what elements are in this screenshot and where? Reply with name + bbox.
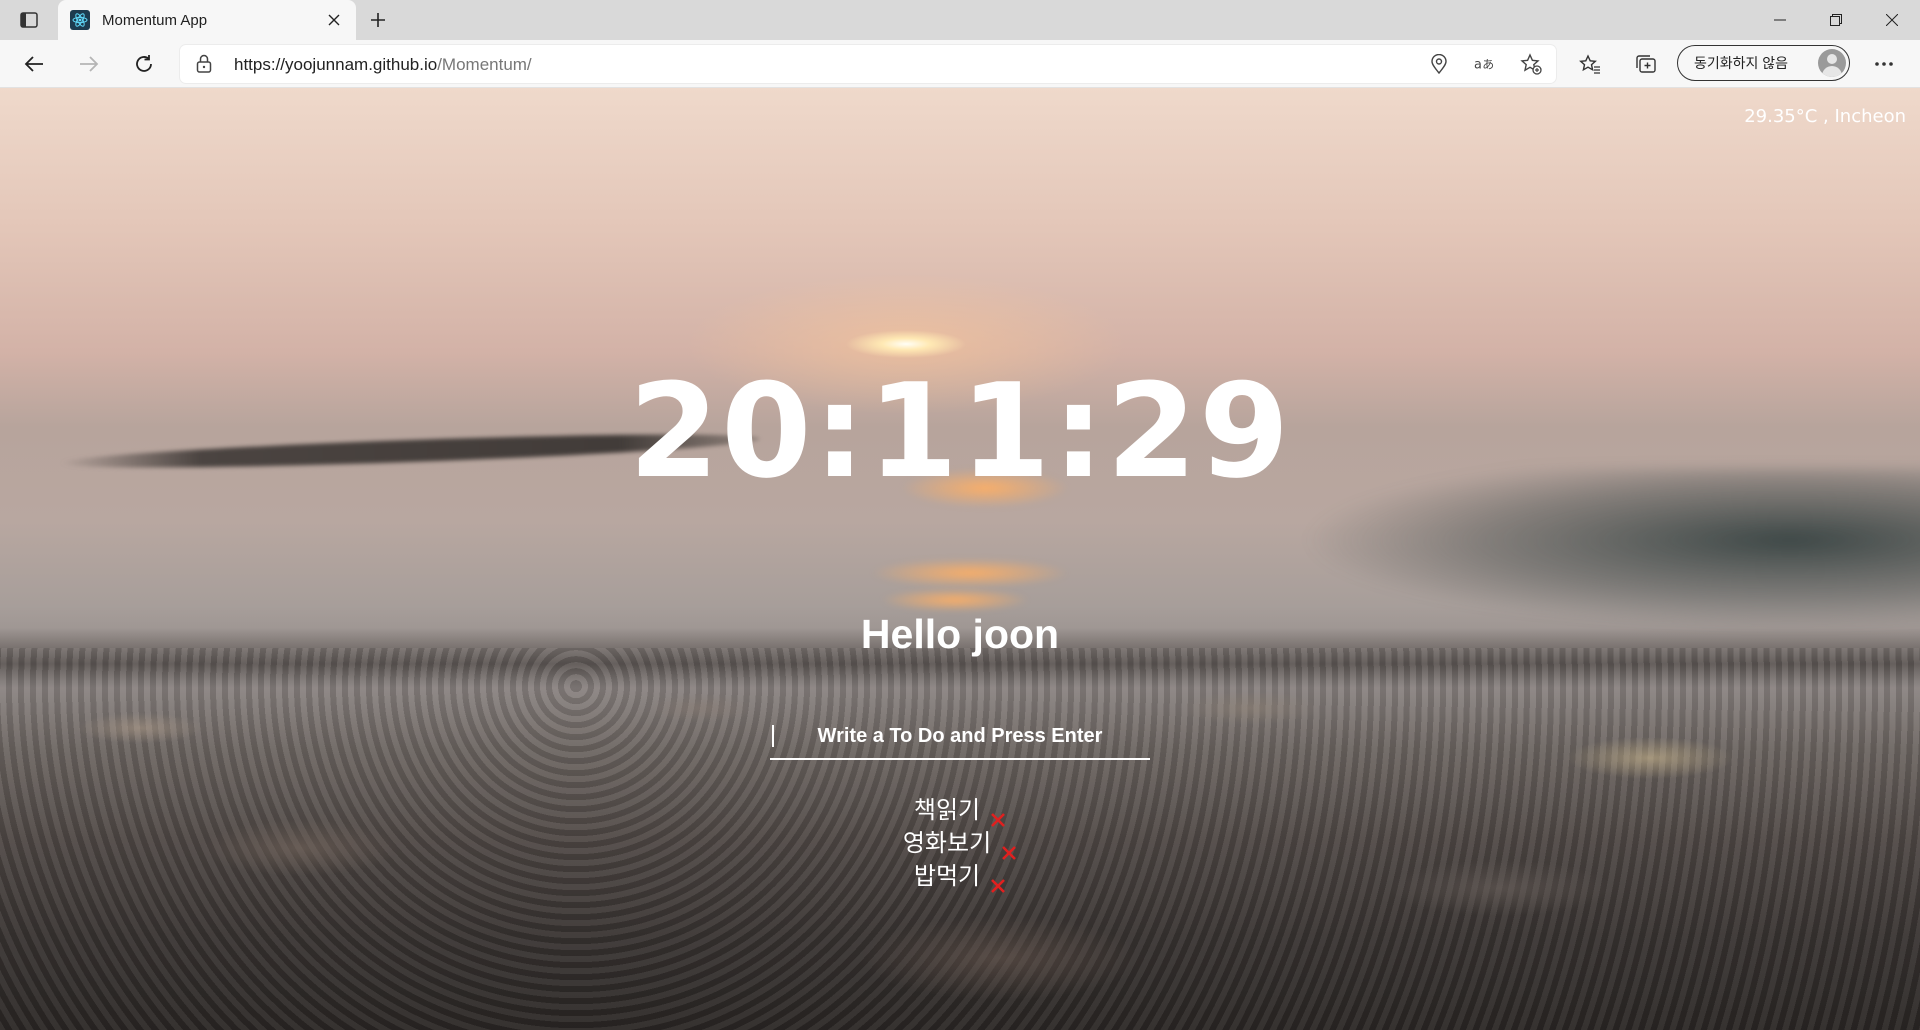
address-toolbar: https://yoojunnam.github.io/Momentum/ a …	[0, 40, 1920, 88]
refresh-icon	[136, 55, 152, 72]
svg-text:a: a	[1474, 58, 1482, 73]
restore-icon	[1830, 14, 1842, 26]
location-icon	[1431, 54, 1447, 74]
url-path: /Momentum/	[437, 55, 532, 74]
address-bar[interactable]: https://yoojunnam.github.io/Momentum/ a …	[180, 45, 1556, 83]
tab-title: Momentum App	[102, 11, 208, 29]
tab-close-button[interactable]	[324, 10, 344, 30]
delete-todo-button[interactable]	[990, 804, 1006, 827]
background-sun-reflection	[870, 558, 1070, 588]
new-tab-button[interactable]	[356, 0, 400, 40]
more-icon	[1875, 62, 1893, 66]
tab-bar: Momentum App	[0, 0, 1920, 40]
favorites-icon	[1579, 54, 1600, 74]
todo-item: 밥먹기	[0, 860, 1920, 893]
close-icon	[1886, 14, 1898, 26]
greeting: Hello joon	[860, 611, 1060, 657]
refresh-button[interactable]	[126, 46, 162, 82]
delete-todo-button[interactable]	[1001, 837, 1017, 860]
restore-button[interactable]	[1808, 0, 1864, 40]
lock-icon	[196, 54, 212, 73]
todo-item: 책읽기	[0, 794, 1920, 827]
url-host: https://yoojunnam.github.io	[234, 55, 438, 74]
avatar	[1818, 49, 1846, 77]
todo-text: 책읽기	[913, 796, 981, 824]
star-add-icon	[1520, 53, 1542, 75]
add-favorite-button[interactable]	[1520, 53, 1542, 75]
favorites-button[interactable]	[1572, 46, 1608, 82]
window-controls	[1752, 0, 1920, 40]
profile-label: 동기화하지 않음	[1694, 55, 1789, 71]
profile-button[interactable]: 동기화하지 않음	[1677, 45, 1850, 81]
location-button[interactable]	[1428, 53, 1450, 75]
cross-mark-icon	[991, 813, 1006, 827]
page-viewport: 29.35°C , Incheon 20:11:29 Hello joon 책읽…	[0, 88, 1920, 1030]
back-arrow-icon	[24, 56, 43, 72]
text-caret	[772, 725, 774, 747]
collections-button[interactable]	[1628, 46, 1664, 82]
url-text: https://yoojunnam.github.io/Momentum/	[234, 55, 532, 75]
todo-input[interactable]	[770, 716, 1150, 756]
window-close-button[interactable]	[1864, 0, 1920, 40]
translate-button[interactable]: a あ	[1474, 53, 1496, 75]
todo-list: 책읽기 영화보기 밥먹기	[0, 794, 1920, 893]
todo-text: 밥먹기	[913, 862, 981, 890]
close-icon	[328, 14, 340, 26]
weather-info: 29.35°C , Incheon	[1744, 106, 1906, 127]
tab-actions-icon	[20, 12, 38, 28]
collections-icon	[1636, 55, 1656, 73]
minimize-button[interactable]	[1752, 0, 1808, 40]
cross-mark-icon	[1002, 846, 1017, 860]
todo-form	[770, 716, 1150, 760]
tab-actions-button[interactable]	[0, 0, 58, 40]
settings-menu-button[interactable]	[1866, 46, 1902, 82]
cross-mark-icon	[991, 879, 1006, 893]
forward-button[interactable]	[71, 46, 107, 82]
forward-arrow-icon	[80, 56, 99, 72]
react-atom-icon	[70, 10, 90, 30]
browser-tab[interactable]: Momentum App	[58, 0, 356, 40]
clock: 20:11:29	[628, 355, 1292, 507]
translate-icon: a あ	[1474, 58, 1494, 73]
plus-icon	[371, 13, 385, 27]
background-sun-reflection	[880, 588, 1030, 612]
svg-text:あ: あ	[1482, 58, 1494, 72]
minimize-icon	[1774, 19, 1786, 21]
todo-text: 영화보기	[902, 829, 992, 857]
delete-todo-button[interactable]	[990, 870, 1006, 893]
back-button[interactable]	[16, 46, 52, 82]
todo-item: 영화보기	[0, 827, 1920, 860]
